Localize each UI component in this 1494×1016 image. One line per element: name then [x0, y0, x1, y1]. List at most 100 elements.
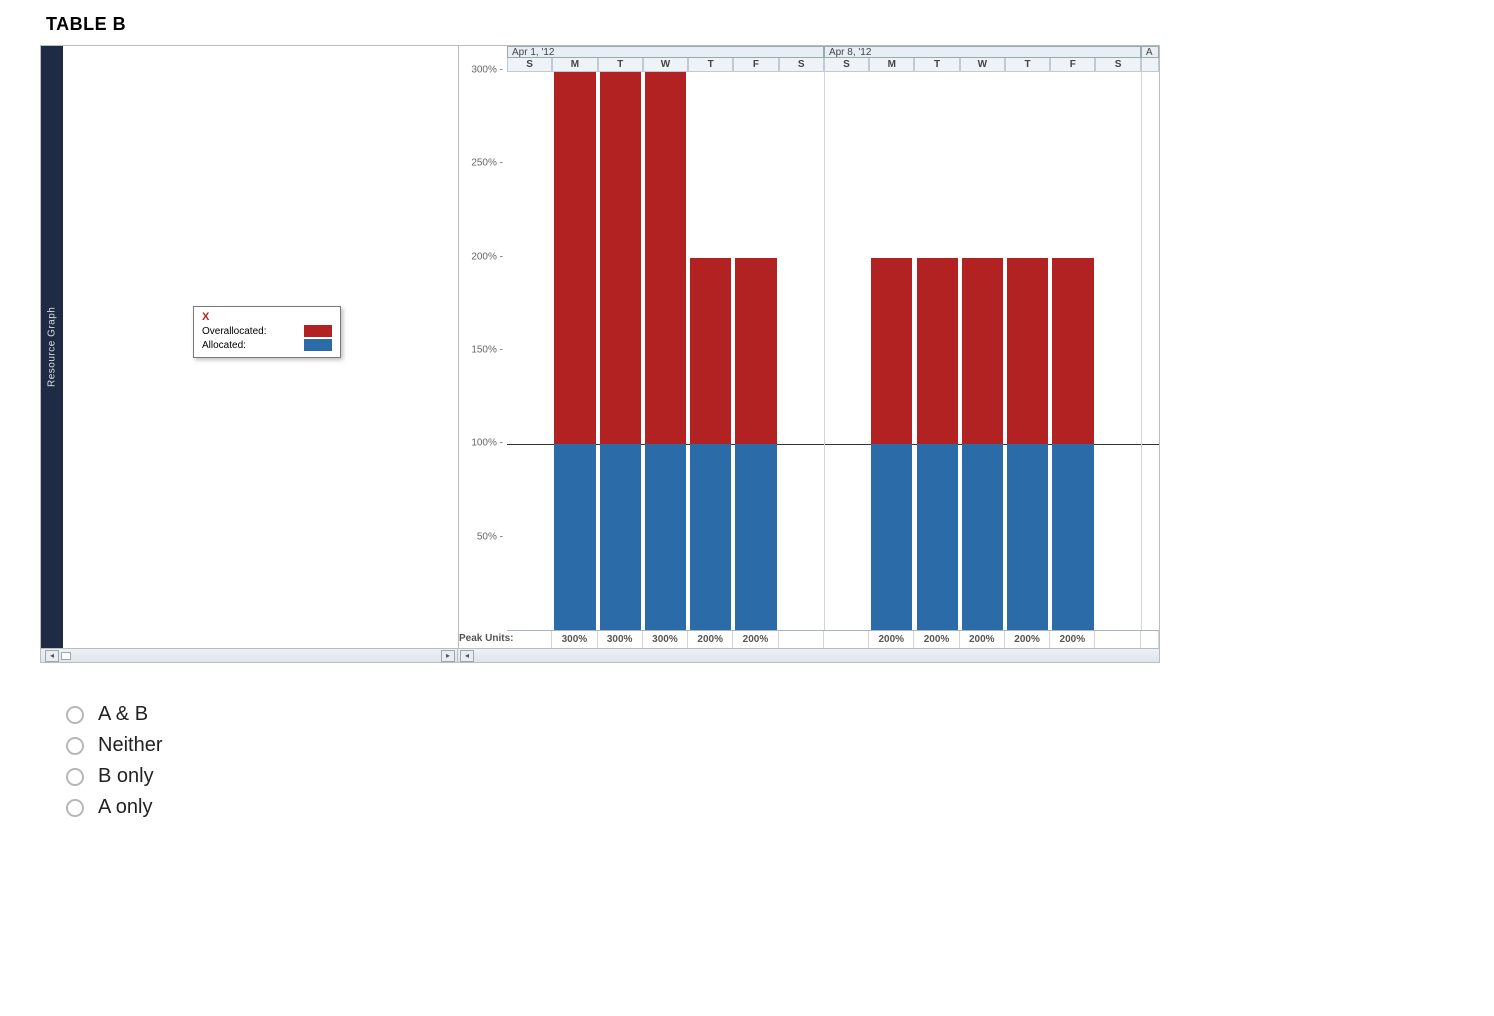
day-header-cell: T [688, 58, 733, 72]
option-label: A only [98, 796, 152, 819]
bar-allocated [1052, 444, 1093, 630]
y-axis-tick: 250% - [471, 158, 503, 169]
option-label: B only [98, 765, 154, 788]
y-axis-tick: 200% - [471, 251, 503, 262]
bar-column [960, 72, 1005, 630]
day-header-cell: T [914, 58, 959, 72]
plot-area [507, 72, 1159, 630]
resource-graph-tab[interactable]: Resource Graph [41, 46, 63, 648]
legend-overallocated-swatch [304, 325, 332, 337]
peak-units-row: 300%300%300%200%200%200%200%200%200%200% [507, 630, 1159, 648]
peak-units-cell: 300% [643, 631, 688, 648]
week-header-row: Apr 1, '12Apr 8, '12A [507, 46, 1159, 58]
legend-resource-name: X [202, 311, 332, 323]
bar-overallocated [645, 72, 686, 444]
right-scroll-region: ◂ [458, 649, 1159, 662]
bar-overallocated [871, 258, 912, 444]
peak-units-cell [1095, 631, 1140, 648]
option-a-and-b[interactable]: A & B [66, 703, 1454, 726]
day-header-cell: S [824, 58, 869, 72]
peak-units-cell [507, 631, 552, 648]
bar-overallocated [962, 258, 1003, 444]
week-header-cell: Apr 8, '12 [824, 46, 1141, 58]
bar-overallocated [600, 72, 641, 444]
bar-overallocated [1007, 258, 1048, 444]
bar-column [688, 72, 733, 630]
option-a-only[interactable]: A only [66, 796, 1454, 819]
scroll-right-start-icon[interactable]: ◂ [460, 650, 474, 662]
y-axis-tick: 50% - [477, 531, 503, 542]
bar-allocated [690, 444, 731, 630]
resource-list-pane: X Overallocated: Allocated: [63, 46, 458, 648]
bar-allocated [645, 444, 686, 630]
bar-column [1005, 72, 1050, 630]
bar-overallocated [554, 72, 595, 444]
y-axis-tick: 300% - [471, 65, 503, 76]
bar-overallocated [735, 258, 776, 444]
day-header-cell: S [779, 58, 824, 72]
day-header-cell: M [869, 58, 914, 72]
peak-units-cell [824, 631, 869, 648]
option-label: A & B [98, 703, 148, 726]
day-header-row: SMTWTFSSMTWTFS [507, 58, 1159, 72]
peak-units-cell: 200% [914, 631, 959, 648]
bar-allocated [600, 444, 641, 630]
scroll-footer: ◂ ▸ ◂ [41, 648, 1159, 662]
peak-units-cell: 200% [1005, 631, 1050, 648]
day-header-cell: W [643, 58, 688, 72]
bar-allocated [1007, 444, 1048, 630]
scroll-left-end-icon[interactable]: ▸ [441, 650, 455, 662]
legend-overallocated-label: Overallocated: [202, 326, 266, 337]
bar-overallocated [1052, 258, 1093, 444]
week-separator [1141, 72, 1142, 630]
chart-area: Apr 1, '12Apr 8, '12A SMTWTFSSMTWTFS 300… [507, 46, 1159, 648]
bar-allocated [962, 444, 1003, 630]
option-label: Neither [98, 734, 162, 757]
bar-column [1096, 72, 1141, 630]
peak-units-cell: 200% [1050, 631, 1095, 648]
day-header-cell [1141, 58, 1159, 72]
radio-icon[interactable] [66, 737, 84, 755]
legend-allocated-label: Allocated: [202, 340, 246, 351]
bar-column [507, 72, 552, 630]
day-header-cell: W [960, 58, 1005, 72]
bar-column [1050, 72, 1095, 630]
peak-units-cell: 300% [598, 631, 643, 648]
week-header-cell: Apr 1, '12 [507, 46, 824, 58]
resource-graph-panel: Resource Graph X Overallocated: Allocate… [40, 45, 1160, 663]
bar-column [779, 72, 824, 630]
radio-icon[interactable] [66, 799, 84, 817]
scroll-left-start-icon[interactable]: ◂ [45, 650, 59, 662]
bar-allocated [554, 444, 595, 630]
legend-box: X Overallocated: Allocated: [193, 306, 341, 358]
peak-units-cell: 200% [869, 631, 914, 648]
bar-allocated [871, 444, 912, 630]
scroll-thumb-icon[interactable] [61, 652, 71, 660]
radio-icon[interactable] [66, 706, 84, 724]
peak-units-cell: 200% [733, 631, 778, 648]
day-header-cell: S [1095, 58, 1140, 72]
bar-allocated [735, 444, 776, 630]
day-header-cell: F [1050, 58, 1095, 72]
bar-overallocated [690, 258, 731, 444]
option-neither[interactable]: Neither [66, 734, 1454, 757]
bar-column [643, 72, 688, 630]
peak-units-label: Peak Units: [459, 630, 507, 648]
day-header-cell: T [598, 58, 643, 72]
chart-pane: 50% -100% -150% -200% -250% -300% - Peak… [458, 46, 1159, 648]
answer-options: A & B Neither B only A only [66, 703, 1454, 819]
bar-column [824, 72, 869, 630]
option-b-only[interactable]: B only [66, 765, 1454, 788]
bar-column [598, 72, 643, 630]
bar-allocated [917, 444, 958, 630]
day-header-cell: S [507, 58, 552, 72]
legend-allocated-swatch [304, 339, 332, 351]
bar-column [552, 72, 597, 630]
legend-overallocated-row: Overallocated: [202, 325, 332, 337]
y-axis: 50% -100% -150% -200% -250% -300% - [459, 70, 507, 630]
bar-column [733, 72, 778, 630]
panel-main: Resource Graph X Overallocated: Allocate… [41, 46, 1159, 648]
bar-column [869, 72, 914, 630]
y-axis-tick: 150% - [471, 345, 503, 356]
radio-icon[interactable] [66, 768, 84, 786]
